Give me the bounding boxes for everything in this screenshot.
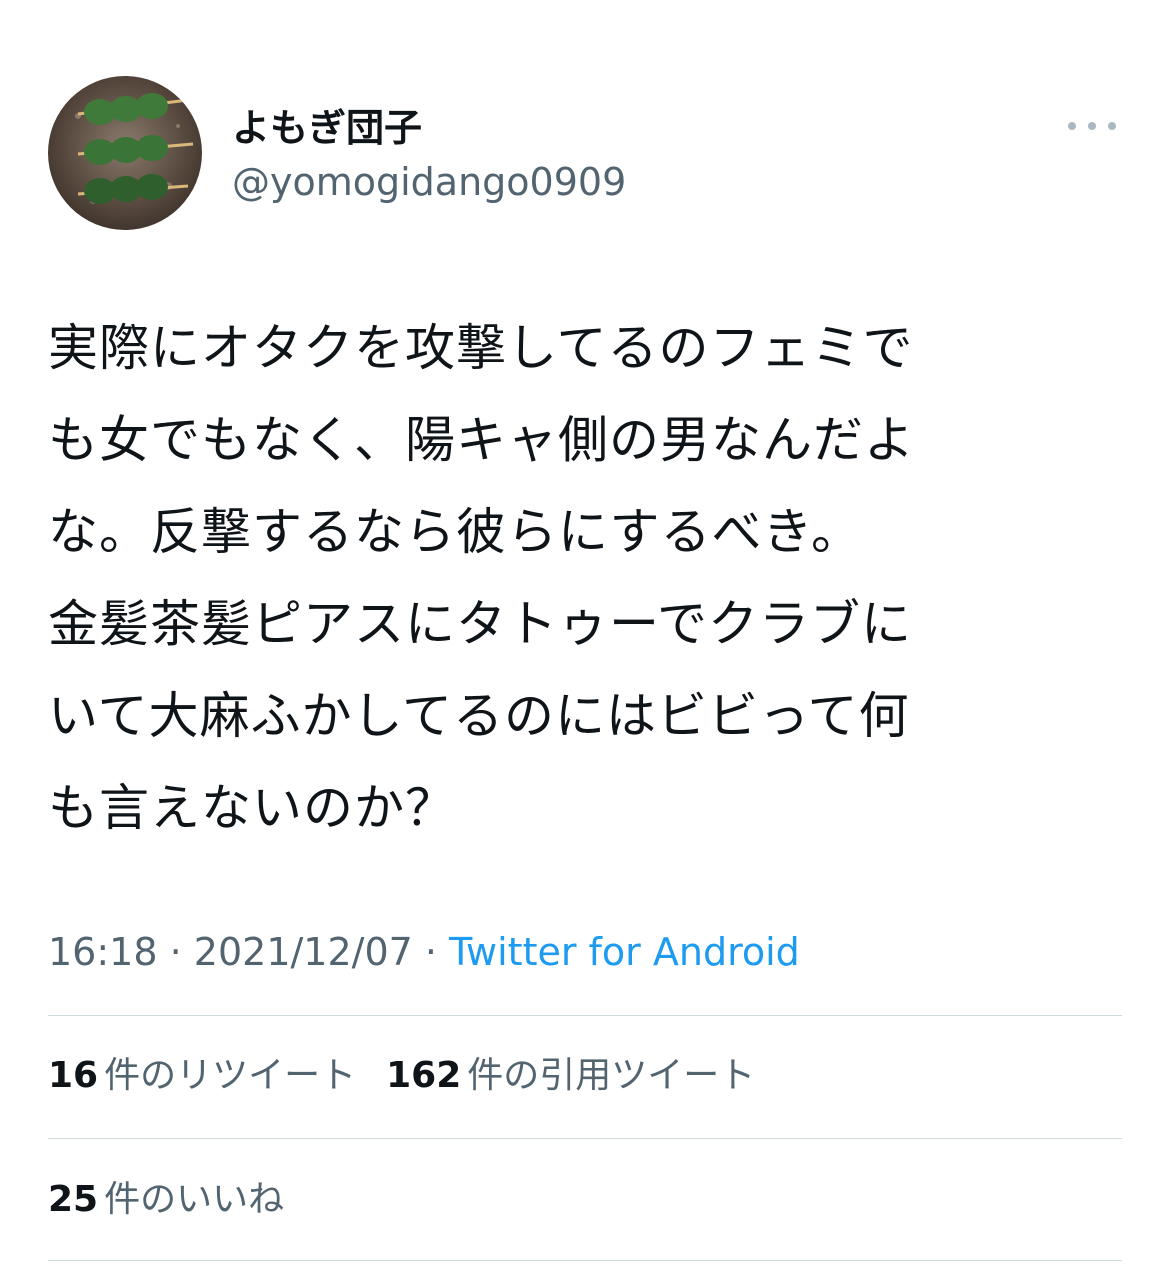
avatar[interactable] xyxy=(48,76,202,230)
quote-count: 162 xyxy=(386,1055,462,1096)
like-label: 件のいいね xyxy=(104,1179,285,1220)
stats-row-likes: 25 件のいいね xyxy=(48,1172,284,1228)
retweet-count: 16 xyxy=(48,1055,99,1096)
tweet-text: 実際にオタクを攻撃してるのフェミで も女でもなく、陽キャ側の男なんだよ な。反撃… xyxy=(48,319,915,837)
quotes-stat[interactable]: 162 件の引用ツイート xyxy=(386,1048,755,1104)
tweet-time: 16:18 xyxy=(48,930,158,974)
retweets-stat[interactable]: 16 件のリツイート xyxy=(48,1048,356,1104)
likes-stat[interactable]: 25 件のいいね xyxy=(48,1172,284,1228)
tweet-header: よもぎ団子 @yomogidango0909 xyxy=(48,76,1122,232)
divider xyxy=(48,1260,1122,1261)
quote-label: 件の引用ツイート xyxy=(467,1055,756,1096)
retweet-label: 件のリツイート xyxy=(104,1055,357,1096)
divider xyxy=(48,1138,1122,1139)
stats-row-shares: 16 件のリツイート 162 件の引用ツイート xyxy=(48,1048,755,1104)
tweet-meta: 16:18 · 2021/12/07 · Twitter for Android xyxy=(48,924,800,980)
dot xyxy=(1108,122,1116,130)
display-name[interactable]: よもぎ団子 xyxy=(232,102,626,154)
avatar-dango-image xyxy=(48,76,202,230)
like-count: 25 xyxy=(48,1179,99,1220)
meta-separator: · xyxy=(424,930,438,974)
meta-separator: · xyxy=(169,930,182,974)
divider xyxy=(48,1015,1122,1016)
dot xyxy=(1068,122,1076,130)
more-horizontal-icon[interactable] xyxy=(1068,112,1116,140)
author-info[interactable]: よもぎ団子 @yomogidango0909 xyxy=(232,102,626,208)
tweet-source-link[interactable]: Twitter for Android xyxy=(449,930,800,974)
user-handle[interactable]: @yomogidango0909 xyxy=(232,156,626,208)
dot xyxy=(1088,122,1096,130)
tweet-date: 2021/12/07 xyxy=(193,930,413,974)
